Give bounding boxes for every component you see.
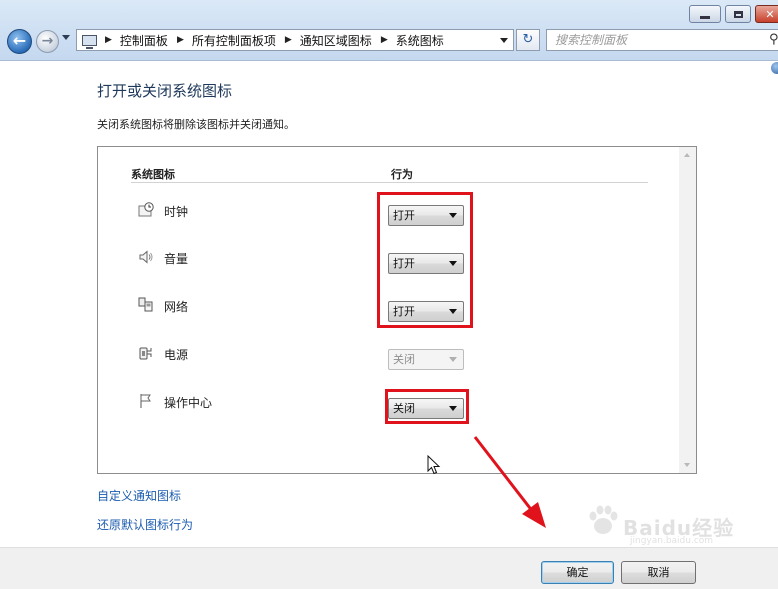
breadcrumb-notification-icons[interactable]: 通知区域图标 [300, 32, 372, 49]
power-icon [139, 347, 152, 360]
watermark-subtext: jingyan.baidu.com [630, 536, 714, 546]
network-icon [138, 297, 153, 312]
breadcrumb-separator[interactable]: ▶ [381, 35, 388, 45]
back-button[interactable]: ← [7, 29, 32, 54]
close-icon: ✕ [765, 7, 775, 21]
breadcrumb-system-icons[interactable]: 系统图标 [396, 32, 444, 49]
maximize-icon [733, 10, 743, 18]
cancel-button[interactable]: 取消 [621, 561, 696, 584]
close-button[interactable]: ✕ [755, 5, 778, 23]
scroll-down-icon[interactable] [684, 463, 690, 467]
column-header-system-icon: 系统图标 [131, 168, 175, 181]
scroll-up-icon[interactable] [684, 153, 690, 157]
column-header-behavior: 行为 [391, 168, 413, 181]
customize-notification-icons-link[interactable]: 自定义通知图标 [97, 487, 181, 504]
header-divider [131, 182, 648, 183]
highlight-box-on-selects [377, 192, 473, 328]
row-label-network: 网络 [164, 300, 189, 314]
highlight-box-action-center [385, 389, 469, 424]
search-icon[interactable]: ⚲ [769, 32, 778, 47]
breadcrumb-all-items[interactable]: 所有控制面板项 [192, 32, 276, 49]
breadcrumb-separator[interactable]: ▶ [105, 35, 112, 45]
control-panel-icon [82, 34, 97, 49]
minimize-icon [700, 15, 710, 19]
maximize-button[interactable] [725, 5, 751, 23]
row-label-action-center: 操作中心 [164, 396, 213, 410]
help-icon[interactable] [771, 62, 778, 74]
breadcrumb-control-panel[interactable]: 控制面板 [120, 32, 168, 49]
power-behavior-select: 关闭 [388, 349, 464, 370]
baidu-paw-logo [589, 505, 618, 534]
breadcrumb-separator[interactable]: ▶ [285, 35, 292, 45]
row-label-volume: 音量 [164, 252, 189, 266]
baidu-watermark: Baidu经验 jingyan.baidu.com [585, 500, 745, 546]
dialog-footer: 确定 取消 [0, 547, 778, 589]
clock-icon [138, 202, 154, 217]
back-arrow-icon: ← [12, 31, 27, 50]
search-input[interactable] [555, 33, 755, 47]
ok-button[interactable]: 确定 [541, 561, 614, 584]
mouse-cursor-icon [427, 455, 441, 475]
refresh-button[interactable]: ↻ [516, 29, 540, 51]
power-behavior-value: 关闭 [393, 353, 415, 366]
search-box[interactable]: ⚲ [546, 29, 778, 51]
row-label-power: 电源 [164, 348, 189, 362]
title-bar: ✕ ← → ▶ 控制面板 ▶ 所有控制面板项 ▶ 通知区域图标 ▶ 系统图标 ↻… [0, 0, 778, 61]
restore-default-behavior-link[interactable]: 还原默认图标行为 [97, 516, 193, 533]
address-dropdown-icon[interactable] [500, 38, 508, 43]
refresh-icon: ↻ [522, 32, 534, 47]
speaker-icon [139, 250, 153, 264]
chevron-down-icon [449, 357, 457, 362]
forward-arrow-icon: → [41, 33, 54, 49]
breadcrumb-separator[interactable]: ▶ [177, 35, 184, 45]
forward-button[interactable]: → [36, 30, 59, 53]
vertical-scrollbar[interactable] [679, 147, 696, 473]
row-label-clock: 时钟 [164, 205, 189, 219]
address-bar[interactable]: ▶ 控制面板 ▶ 所有控制面板项 ▶ 通知区域图标 ▶ 系统图标 [76, 29, 514, 51]
minimize-button[interactable] [689, 5, 721, 23]
page-title: 打开或关闭系统图标 [97, 82, 233, 100]
page-description: 关闭系统图标将删除该图标并关闭通知。 [97, 118, 295, 131]
recent-pages-dropdown-icon[interactable] [62, 35, 70, 40]
flag-icon [140, 394, 151, 408]
